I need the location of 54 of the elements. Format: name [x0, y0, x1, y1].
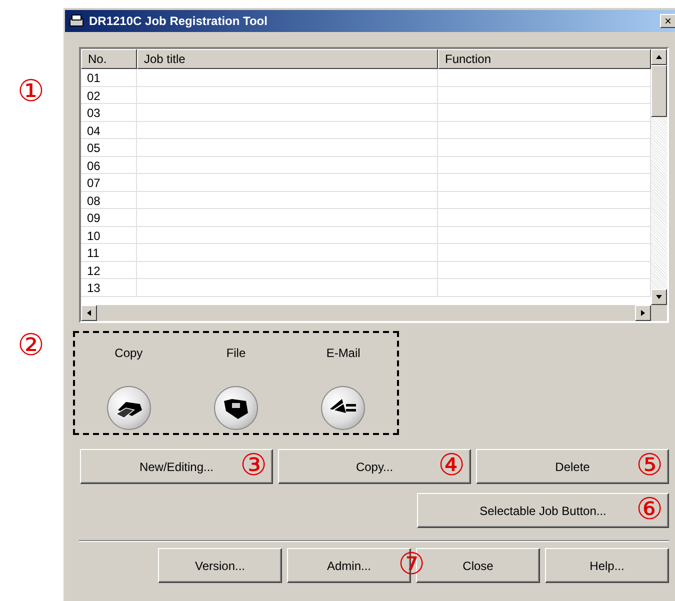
job-button[interactable] — [214, 386, 258, 430]
table-row[interactable]: 13 — [81, 279, 651, 296]
dialog-button[interactable]: Version... — [158, 548, 282, 583]
job-button-label: File — [226, 346, 246, 360]
table-row[interactable]: 09 — [81, 209, 651, 226]
scroll-right-icon — [639, 309, 647, 317]
scroll-up-icon — [655, 53, 663, 61]
window-title: DR1210C Job Registration Tool — [89, 14, 268, 28]
table-cell: 02 — [87, 88, 100, 102]
job-button-label: E-Mail — [326, 346, 360, 360]
table-cell: 10 — [87, 228, 100, 242]
table-cell: 05 — [87, 141, 100, 155]
job-button[interactable] — [321, 386, 366, 430]
scroll-down-icon — [655, 293, 663, 301]
dialog-button[interactable]: Help... — [545, 548, 669, 583]
table-cell: 09 — [87, 211, 100, 225]
table-cell: 11 — [87, 246, 100, 260]
vertical-scrollbar[interactable] — [651, 49, 667, 305]
table-row[interactable]: 06 — [81, 156, 651, 174]
table-row[interactable]: 10 — [81, 226, 651, 244]
close-button[interactable]: × — [660, 14, 675, 28]
column-header[interactable]: No. — [81, 49, 137, 69]
horizontal-scrollbar[interactable] — [81, 305, 651, 321]
table-row[interactable]: 07 — [81, 174, 651, 192]
table-row[interactable]: 01 — [81, 69, 651, 86]
table-cell: 12 — [87, 264, 100, 278]
table-row[interactable]: 03 — [81, 104, 651, 122]
table-cell: 03 — [87, 106, 100, 120]
table-cell: 01 — [87, 71, 100, 85]
table-row[interactable]: 02 — [81, 86, 651, 104]
scroll-left-icon — [85, 309, 93, 317]
table-row[interactable]: 08 — [81, 192, 651, 209]
scrollbar-corner — [651, 305, 667, 321]
table-cell: 06 — [87, 158, 100, 172]
table-row[interactable]: 12 — [81, 262, 651, 279]
callout-number: ① — [18, 76, 44, 108]
job-button-label: Copy — [114, 346, 143, 360]
column-header[interactable]: Function — [438, 49, 651, 69]
callout-number: ⑥ — [636, 494, 663, 526]
table-cell: 04 — [87, 124, 100, 138]
callout-number: ② — [18, 330, 44, 362]
scroll-thumb[interactable] — [651, 65, 667, 117]
scanner-icon — [69, 13, 85, 29]
job-button[interactable] — [106, 386, 151, 430]
table-cell: 13 — [87, 281, 100, 295]
table-cell: 07 — [87, 176, 100, 190]
table-cell: 08 — [87, 194, 100, 208]
callout-number: ③ — [240, 450, 267, 482]
column-header[interactable]: Job title — [137, 49, 438, 69]
table-row[interactable]: 11 — [81, 244, 651, 262]
table-row[interactable]: 05 — [81, 139, 651, 156]
callout-number: ④ — [438, 450, 465, 482]
callout-number: ⑤ — [636, 450, 663, 482]
table-row[interactable]: 04 — [81, 122, 651, 139]
